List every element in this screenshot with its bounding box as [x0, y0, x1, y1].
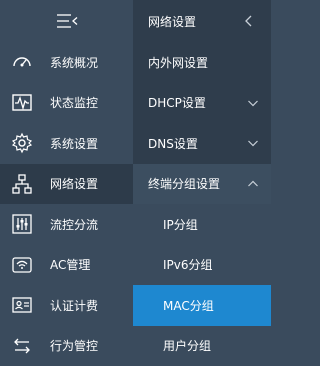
nav-item-system-settings[interactable]: 系统设置 [0, 123, 133, 164]
submenu-panel: 网络设置 内外网设置 DHCP设置 DNS设置 终端分组设置 IP分组 IPv6… [133, 0, 271, 366]
nav-item-system-overview[interactable]: 系统概况 [0, 42, 133, 83]
nav-item-label: 系统概况 [50, 55, 99, 70]
network-tree-icon [11, 173, 33, 195]
monitor-pulse-icon [11, 92, 33, 114]
id-card-icon [11, 294, 33, 316]
submenu-item-dhcp[interactable]: DHCP设置 [133, 83, 271, 124]
nav-item-status-monitor[interactable]: 状态监控 [0, 83, 133, 124]
chevron-down-icon [247, 137, 259, 149]
chevron-left-icon[interactable] [241, 13, 257, 29]
nav-item-auth-billing[interactable]: 认证计费 [0, 285, 133, 326]
speedometer-icon [11, 51, 33, 73]
submenu-item-label: 内外网设置 [148, 55, 209, 70]
submenu-item-lan-wan[interactable]: 内外网设置 [133, 42, 271, 83]
nav-item-ac-management[interactable]: AC管理 [0, 245, 133, 286]
submenu-item-user-group[interactable]: 用户分组 [133, 325, 271, 366]
submenu-item-label: DHCP设置 [148, 96, 206, 111]
submenu-item-label: DNS设置 [148, 136, 198, 151]
submenu-title: 网络设置 [148, 14, 197, 29]
nav-item-label: 行为管控 [50, 339, 99, 354]
submenu-item-mac-group[interactable]: MAC分组 [133, 285, 271, 326]
nav-item-label: 状态监控 [50, 96, 99, 111]
submenu-item-ip-group[interactable]: IP分组 [133, 204, 271, 245]
submenu-item-ipv6-group[interactable]: IPv6分组 [133, 244, 271, 285]
wifi-router-icon [11, 254, 33, 276]
collapse-menu-icon[interactable] [56, 13, 78, 29]
submenu-item-terminal-groups[interactable]: 终端分组设置 [133, 163, 271, 204]
submenu-item-label: 用户分组 [163, 339, 212, 354]
nav-item-label: 流控分流 [50, 217, 99, 232]
submenu-item-dns[interactable]: DNS设置 [133, 123, 271, 164]
nav-header [0, 0, 133, 42]
network-settings-menu: 系统概况 状态监控 系统设置 网络设置 流控分流 AC管理 认证计费 行为管控 … [0, 0, 271, 366]
nav-item-behavior-control[interactable]: 行为管控 [0, 326, 133, 366]
gear-icon [11, 132, 33, 154]
submenu-item-label: IP分组 [163, 217, 198, 232]
chevron-down-icon [247, 97, 259, 109]
nav-item-network-settings[interactable]: 网络设置 [0, 163, 133, 204]
submenu-item-label: IPv6分组 [163, 258, 213, 273]
nav-item-label: 系统设置 [50, 136, 99, 151]
arrows-exchange-icon [11, 335, 33, 357]
sliders-icon [11, 213, 33, 235]
nav-item-label: AC管理 [50, 258, 91, 273]
left-nav: 系统概况 状态监控 系统设置 网络设置 流控分流 AC管理 认证计费 行为管控 [0, 0, 133, 366]
nav-item-label: 网络设置 [50, 177, 99, 192]
submenu-item-label: MAC分组 [163, 298, 214, 313]
submenu-header: 网络设置 [133, 0, 271, 42]
nav-item-label: 认证计费 [50, 298, 99, 313]
nav-item-flow-control[interactable]: 流控分流 [0, 204, 133, 245]
chevron-up-icon [247, 178, 259, 190]
submenu-item-label: 终端分组设置 [148, 177, 221, 192]
